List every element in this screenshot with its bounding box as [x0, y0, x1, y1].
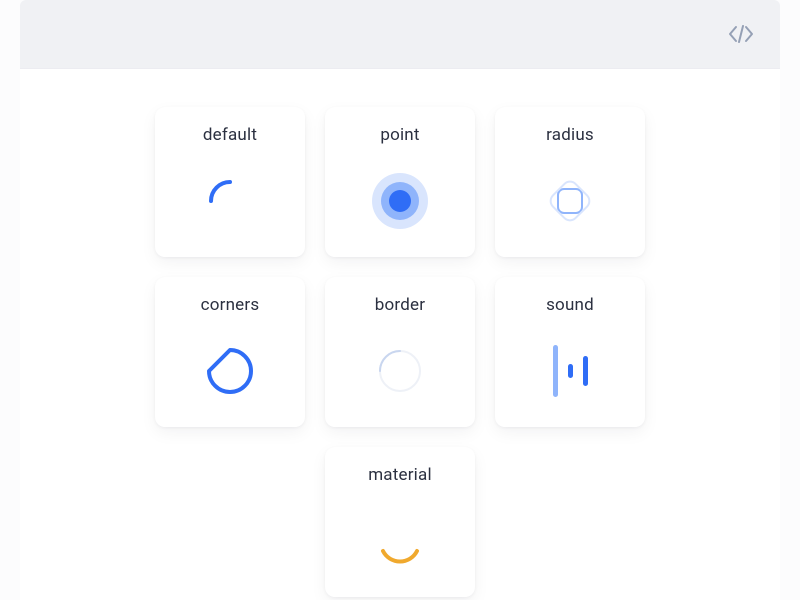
spinner-border-icon — [325, 315, 475, 427]
card-radius[interactable]: radius — [495, 107, 645, 257]
app-frame: default point — [0, 0, 800, 600]
example-topbar — [20, 0, 780, 68]
card-label: material — [368, 465, 432, 485]
spinner-point-icon — [325, 145, 475, 257]
card-label: border — [375, 295, 425, 315]
card-default[interactable]: default — [155, 107, 305, 257]
card-label: sound — [546, 295, 594, 315]
card-point[interactable]: point — [325, 107, 475, 257]
card-label: point — [380, 125, 419, 145]
spinner-radius-icon — [495, 145, 645, 257]
card-sound[interactable]: sound — [495, 277, 645, 427]
code-icon[interactable] — [728, 25, 754, 43]
card-corners[interactable]: corners — [155, 277, 305, 427]
card-label: corners — [201, 295, 260, 315]
card-label: radius — [546, 125, 594, 145]
card-material[interactable]: material — [325, 447, 475, 597]
spinner-corners-icon — [155, 315, 305, 427]
spinner-material-icon — [325, 485, 475, 597]
card-border[interactable]: border — [325, 277, 475, 427]
spinner-sound-icon — [495, 315, 645, 427]
spinner-grid: default point — [150, 107, 650, 597]
spinner-default-icon — [155, 145, 305, 257]
card-label: default — [203, 125, 257, 145]
example-content: default point — [20, 68, 780, 600]
